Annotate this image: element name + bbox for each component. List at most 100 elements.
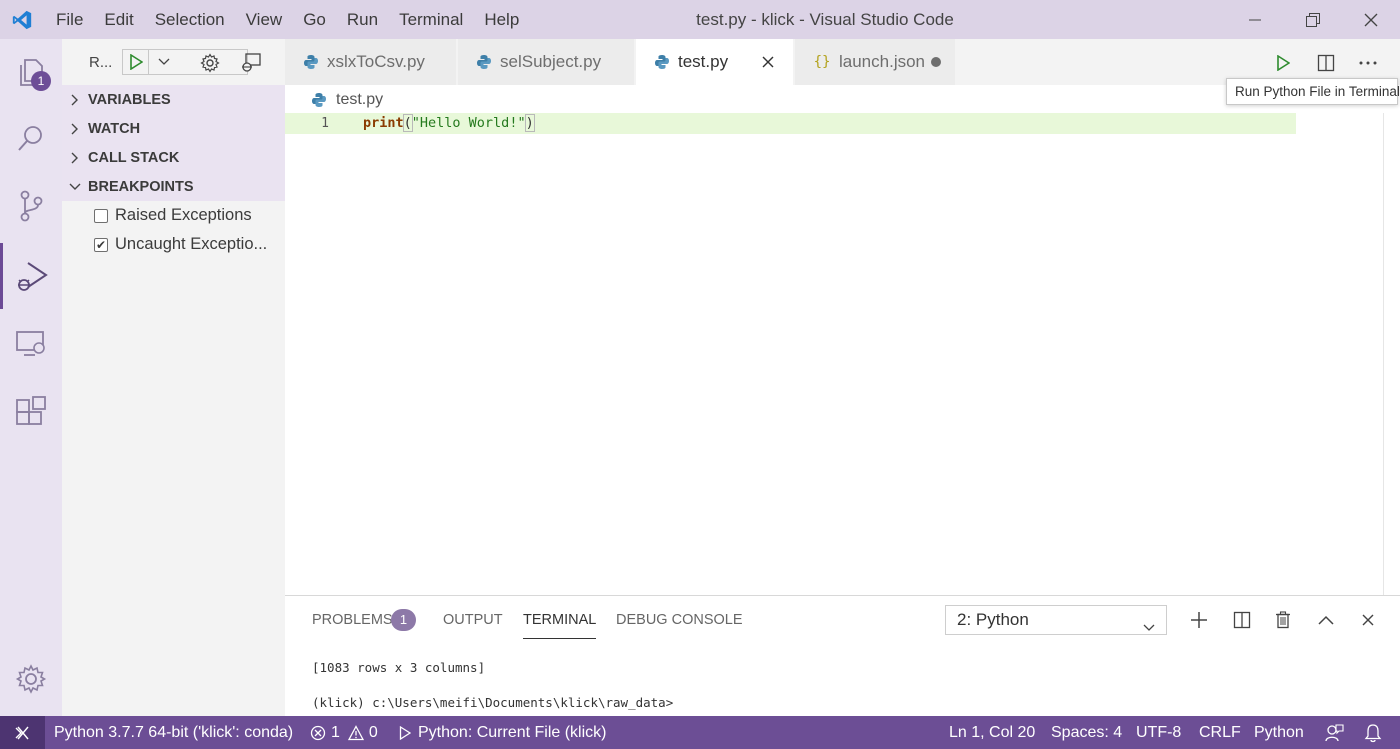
- unsaved-dot-icon[interactable]: [931, 57, 941, 67]
- debug-config-status[interactable]: Python: Current File (klick): [399, 716, 607, 749]
- title-bar: File Edit Selection View Go Run Terminal…: [0, 0, 1400, 39]
- tab-selsubject[interactable]: selSubject.py: [458, 39, 635, 85]
- error-icon: [310, 725, 326, 741]
- remote-indicator-icon[interactable]: [0, 716, 45, 749]
- breadcrumb: test.py: [311, 89, 383, 111]
- split-editor-icon[interactable]: [1314, 51, 1338, 75]
- section-title: BREAKPOINTS: [88, 178, 194, 195]
- terminal-selector[interactable]: 2: Python: [945, 605, 1167, 635]
- tab-xslxtocsv[interactable]: xslxToCsv.py: [285, 39, 457, 85]
- breakpoint-label: Raised Exceptions: [115, 206, 252, 224]
- warning-icon: [347, 724, 364, 741]
- menu-file[interactable]: File: [44, 0, 92, 39]
- terminal-prompt[interactable]: (klick) c:\Users\meifi\Documents\klick\r…: [312, 695, 673, 710]
- search-icon[interactable]: [0, 105, 62, 171]
- problems-status[interactable]: 1 0: [310, 716, 378, 749]
- source-control-icon[interactable]: [0, 173, 62, 239]
- close-panel-icon[interactable]: [1357, 609, 1379, 631]
- menu-terminal[interactable]: Terminal: [387, 0, 472, 39]
- code-paren-open: (: [402, 114, 413, 132]
- breakpoint-uncaught-exceptions[interactable]: ✔ Uncaught Exceptio...: [62, 230, 285, 259]
- start-debugging-play-icon[interactable]: [123, 50, 149, 74]
- menu-bar: File Edit Selection View Go Run Terminal…: [44, 0, 528, 39]
- tab-terminal[interactable]: TERMINAL: [523, 609, 597, 639]
- tab-launch-json[interactable]: {} launch.json: [795, 39, 956, 85]
- watch-section[interactable]: WATCH: [62, 114, 285, 143]
- python-file-icon: [311, 92, 327, 108]
- remote-explorer-icon[interactable]: [0, 311, 62, 377]
- indentation[interactable]: Spaces: 4: [1051, 716, 1122, 749]
- run-debug-icon[interactable]: [0, 243, 62, 309]
- checkbox-checked[interactable]: ✔: [94, 237, 108, 252]
- variables-section[interactable]: VARIABLES: [62, 85, 285, 114]
- explorer-icon[interactable]: 1: [0, 39, 62, 105]
- menu-run[interactable]: Run: [335, 0, 387, 39]
- minimize-icon[interactable]: [1226, 0, 1284, 39]
- menu-go[interactable]: Go: [291, 0, 335, 39]
- tab-label: xslxToCsv.py: [327, 52, 425, 71]
- checkbox-unchecked[interactable]: [94, 208, 108, 223]
- tab-label: launch.json: [839, 52, 926, 71]
- breakpoint-label: Uncaught Exceptio...: [115, 235, 268, 253]
- chevron-down-icon: [62, 182, 88, 192]
- activity-bar: 1: [0, 39, 62, 716]
- code-editor[interactable]: test.py 1 print("Hello World!"): [285, 85, 1400, 595]
- cursor-position[interactable]: Ln 1, Col 20: [949, 716, 1035, 749]
- encoding[interactable]: UTF-8: [1136, 716, 1181, 749]
- section-title: CALL STACK: [88, 149, 180, 166]
- status-bar: Python 3.7.7 64-bit ('klick': conda) 1 0…: [0, 716, 1400, 749]
- manage-gear-icon[interactable]: [0, 646, 62, 712]
- call-stack-section[interactable]: CALL STACK: [62, 143, 285, 172]
- close-window-icon[interactable]: [1342, 0, 1400, 39]
- warning-count: 0: [368, 723, 378, 741]
- tab-label: selSubject.py: [500, 52, 602, 71]
- feedback-icon[interactable]: [1324, 716, 1344, 749]
- section-title: VARIABLES: [88, 91, 171, 108]
- menu-view[interactable]: View: [234, 0, 292, 39]
- close-tab-icon[interactable]: [759, 53, 777, 71]
- python-interpreter[interactable]: Python 3.7.7 64-bit ('klick': conda): [54, 716, 293, 749]
- json-file-icon: {}: [813, 54, 831, 70]
- run-python-file-play-icon[interactable]: [1271, 51, 1295, 75]
- tab-output[interactable]: OUTPUT: [443, 609, 503, 639]
- python-file-icon: [654, 54, 670, 70]
- breakpoints-section[interactable]: BREAKPOINTS: [62, 172, 285, 201]
- breakpoint-raised-exceptions[interactable]: Raised Exceptions: [62, 201, 285, 230]
- line-ending[interactable]: CRLF: [1199, 716, 1241, 749]
- minimap[interactable]: [1383, 113, 1384, 595]
- notifications-bell-icon[interactable]: [1364, 716, 1382, 749]
- menu-selection[interactable]: Selection: [143, 0, 234, 39]
- split-terminal-icon[interactable]: [1231, 609, 1253, 631]
- trash-icon[interactable]: [1272, 609, 1294, 631]
- vscode-logo-icon[interactable]: [0, 0, 44, 39]
- explorer-badge: 1: [31, 71, 51, 91]
- code-string: "Hello World!": [411, 115, 526, 131]
- tab-test-py[interactable]: test.py: [636, 39, 794, 85]
- tab-problems[interactable]: PROBLEMS: [312, 609, 393, 639]
- chevron-down-icon[interactable]: [149, 50, 179, 74]
- python-file-icon: [303, 54, 319, 70]
- tab-debug-console[interactable]: DEBUG CONSOLE: [616, 609, 743, 639]
- new-terminal-plus-icon[interactable]: [1188, 609, 1210, 631]
- extensions-icon[interactable]: [0, 379, 62, 445]
- tooltip-run-python: Run Python File in Terminal: [1226, 78, 1400, 105]
- code-line[interactable]: print("Hello World!"): [363, 113, 535, 134]
- breadcrumb-file[interactable]: test.py: [336, 91, 383, 109]
- menu-edit[interactable]: Edit: [92, 0, 142, 39]
- language-mode[interactable]: Python: [1254, 716, 1304, 749]
- code-paren-close: ): [524, 114, 535, 132]
- problems-count-badge: 1: [391, 609, 416, 631]
- maximize-panel-chevron-up-icon[interactable]: [1315, 609, 1337, 631]
- debug-config-label: Python: Current File (klick): [418, 723, 607, 741]
- bottom-panel: PROBLEMS 1 OUTPUT TERMINAL DEBUG CONSOLE…: [285, 595, 1400, 716]
- restore-icon[interactable]: [1284, 0, 1342, 39]
- more-actions-icon[interactable]: [1356, 51, 1380, 75]
- python-file-icon: [476, 54, 492, 70]
- debug-console-icon[interactable]: [239, 51, 263, 75]
- code-function: print: [363, 115, 404, 131]
- debug-config-selector: [122, 49, 248, 75]
- debug-sidebar: R... VARIABLES WATCH CALL STACK BREAKPOI…: [62, 39, 285, 716]
- chevron-right-icon: [62, 94, 88, 106]
- menu-help[interactable]: Help: [472, 0, 528, 39]
- open-launch-json-gear-icon[interactable]: [198, 51, 222, 75]
